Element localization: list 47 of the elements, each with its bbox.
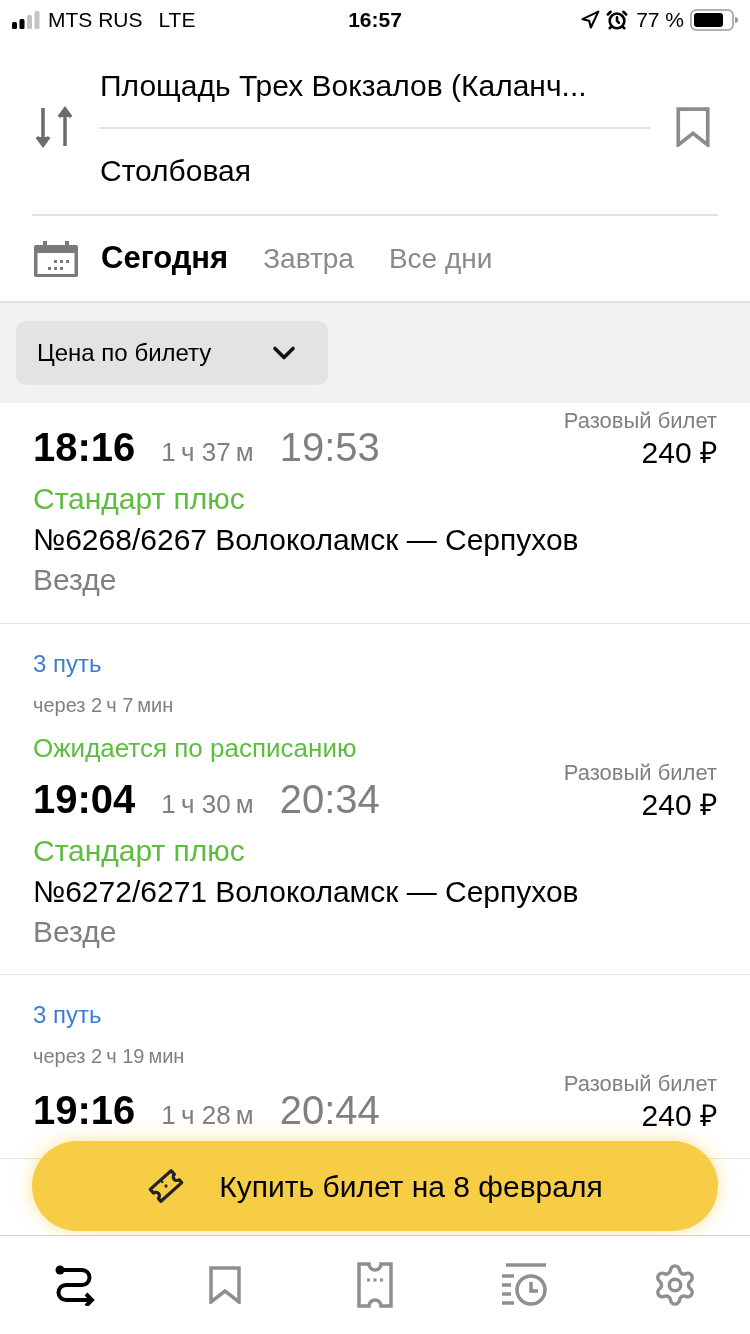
trip-duration: 1 ч 28 м (161, 1099, 254, 1132)
track-label: 3 путь (33, 1000, 103, 1030)
origin-station-field[interactable]: Площадь Трех Вокзалов (Каланч... (100, 66, 650, 106)
calendar-icon[interactable] (34, 240, 78, 277)
battery-percent: 77 % (636, 7, 684, 34)
train-route: №6272/6271 Волоколамск — Серпухов (33, 874, 580, 910)
stops-info: Везде (33, 914, 118, 950)
bookmark-icon[interactable] (676, 107, 710, 147)
bookmark-icon (209, 1266, 241, 1304)
network-type: LTE (158, 7, 196, 34)
track-label: 3 путь (33, 649, 103, 679)
stops-info: Везде (33, 562, 118, 598)
departure-time: 18:16 (33, 424, 136, 471)
train-route: №6268/6267 Волоколамск — Серпухов (33, 522, 580, 558)
alarm-clock-icon (606, 9, 629, 31)
trip-duration: 1 ч 37 м (161, 436, 254, 469)
route-icon (54, 1264, 96, 1306)
ticket-price: 240 ₽ (641, 787, 717, 823)
fare-type: Разовый билет (563, 407, 717, 435)
signal-strength-icon (12, 11, 40, 29)
arrival-time: 19:53 (279, 424, 380, 471)
tariff-name: Стандарт плюс (33, 481, 246, 517)
fare-type: Разовый билет (563, 759, 717, 787)
buy-ticket-button[interactable]: Купить билет на 8 февраля (32, 1141, 718, 1231)
departure-time: 19:16 (33, 1087, 136, 1134)
sort-dropdown[interactable]: Цена по билету (16, 321, 328, 385)
departure-time: 19:04 (33, 776, 136, 823)
date-tab[interactable]: Сегодня (101, 235, 229, 282)
location-arrow-icon (580, 10, 601, 30)
ticket-price: 240 ₽ (641, 435, 717, 471)
history-clock-icon (502, 1263, 548, 1307)
ticket-icon (147, 1167, 186, 1205)
carrier-name: MTS RUS (48, 7, 143, 34)
departure-countdown: через 2 ч 7 мин (33, 693, 175, 718)
arrival-time: 20:44 (279, 1087, 380, 1134)
fare-type: Разовый билет (563, 1070, 717, 1098)
swap-arrows-icon[interactable] (35, 106, 73, 148)
arrival-time: 20:34 (279, 776, 380, 823)
ticket-icon (357, 1262, 393, 1308)
destination-station-field[interactable]: Столбовая (100, 151, 650, 191)
tariff-name: Стандарт плюс (33, 833, 246, 869)
ticket-price: 240 ₽ (641, 1098, 717, 1134)
trip-duration: 1 ч 30 м (161, 788, 254, 821)
battery-icon (690, 9, 738, 31)
status-time: 16:57 (348, 7, 402, 34)
departure-countdown: через 2 ч 19 мин (33, 1044, 186, 1069)
schedule-status: Ожидается по расписанию (33, 732, 358, 765)
